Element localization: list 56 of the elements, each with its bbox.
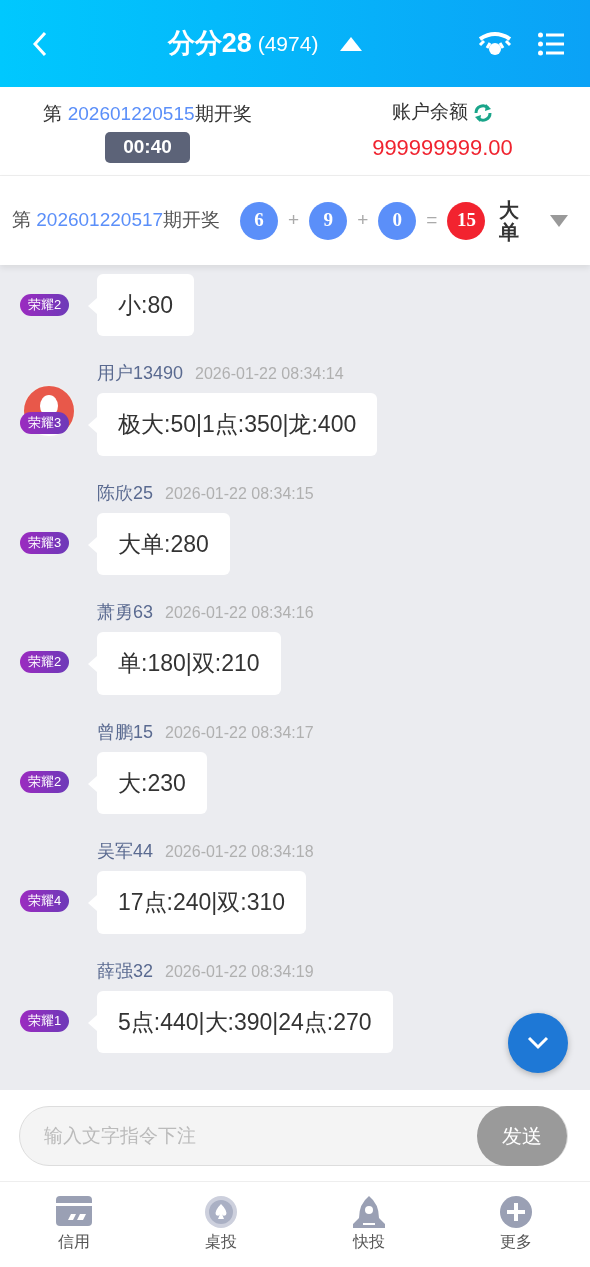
number-ball: 0 — [378, 201, 417, 240]
user-name: 吴军44 — [97, 841, 154, 861]
number-ball: 9 — [309, 201, 348, 240]
plus-icon — [498, 1195, 535, 1228]
message-bubble: 极大:50|1点:350|龙:400 — [97, 393, 378, 456]
timestamp: 2026-01-22 08:34:19 — [165, 962, 314, 980]
operator: + — [288, 208, 300, 233]
level-badge: 荣耀2 — [20, 651, 70, 673]
triangle-up-icon[interactable] — [340, 36, 363, 51]
rocket-icon — [350, 1195, 387, 1228]
user-name: 曾鹏15 — [97, 721, 154, 742]
message-bubble: 小:80 — [97, 273, 194, 336]
number-ball: 6 — [240, 201, 279, 240]
user-name: 陈欣25 — [97, 482, 154, 503]
nav-tab[interactable]: 更多 — [442, 1182, 590, 1267]
nav-tab[interactable]: 快投 — [295, 1182, 443, 1267]
timestamp: 2026-01-22 08:34:16 — [165, 604, 314, 621]
level-badge: 荣耀4 — [20, 890, 70, 912]
operator: + — [357, 208, 369, 233]
level-badge: 荣耀3 — [20, 531, 70, 554]
timestamp: 2026-01-22 08:34:17 — [165, 723, 314, 741]
issue-label: 第 202601220517期开奖 — [12, 208, 221, 233]
menu-icon[interactable] — [538, 31, 564, 56]
eye-icon[interactable] — [478, 30, 512, 57]
balance-label: 账户余额 — [391, 100, 468, 125]
message-bubble: 大:230 — [97, 751, 207, 814]
card-icon — [55, 1195, 92, 1228]
level-badge: 荣耀2 — [20, 770, 70, 793]
message-bubble: 17点:240|双:310 — [97, 871, 307, 934]
level-badge: 荣耀2 — [20, 293, 70, 316]
timestamp: 2026-01-22 08:34:15 — [165, 484, 314, 502]
result-text: 大单 — [499, 198, 520, 243]
timestamp: 2026-01-22 08:34:14 — [195, 365, 344, 382]
back-icon — [32, 29, 48, 58]
balance-amount: 999999999.00 — [372, 133, 513, 162]
nav-tab[interactable]: 信用 — [0, 1182, 148, 1267]
countdown-timer: 00:40 — [105, 132, 190, 163]
operator: = — [426, 208, 438, 233]
chevron-down-icon — [527, 1036, 549, 1050]
level-badge: 荣耀1 — [20, 1009, 70, 1032]
spade-icon — [203, 1195, 240, 1228]
message-bubble: 大单:280 — [97, 512, 230, 575]
nav-tab[interactable]: 桌投 — [147, 1182, 295, 1267]
number-ball: 15 — [447, 201, 486, 240]
timestamp: 2026-01-22 08:34:18 — [165, 843, 314, 860]
message-bubble: 单:180|双:210 — [97, 632, 281, 695]
dropdown-icon[interactable] — [550, 214, 568, 227]
user-name: 萧勇63 — [97, 602, 154, 622]
page-title: 分分28 — [167, 27, 252, 61]
message-bubble: 5点:440|大:390|24点:270 — [97, 990, 393, 1053]
scroll-down-button[interactable] — [508, 1013, 568, 1073]
level-badge: 荣耀3 — [20, 412, 70, 434]
issue-label: 第 202601220515期开奖 — [43, 101, 252, 126]
user-name: 用户13490 — [97, 363, 184, 383]
user-name: 薛强32 — [97, 960, 154, 981]
online-count: (4974) — [257, 30, 319, 57]
